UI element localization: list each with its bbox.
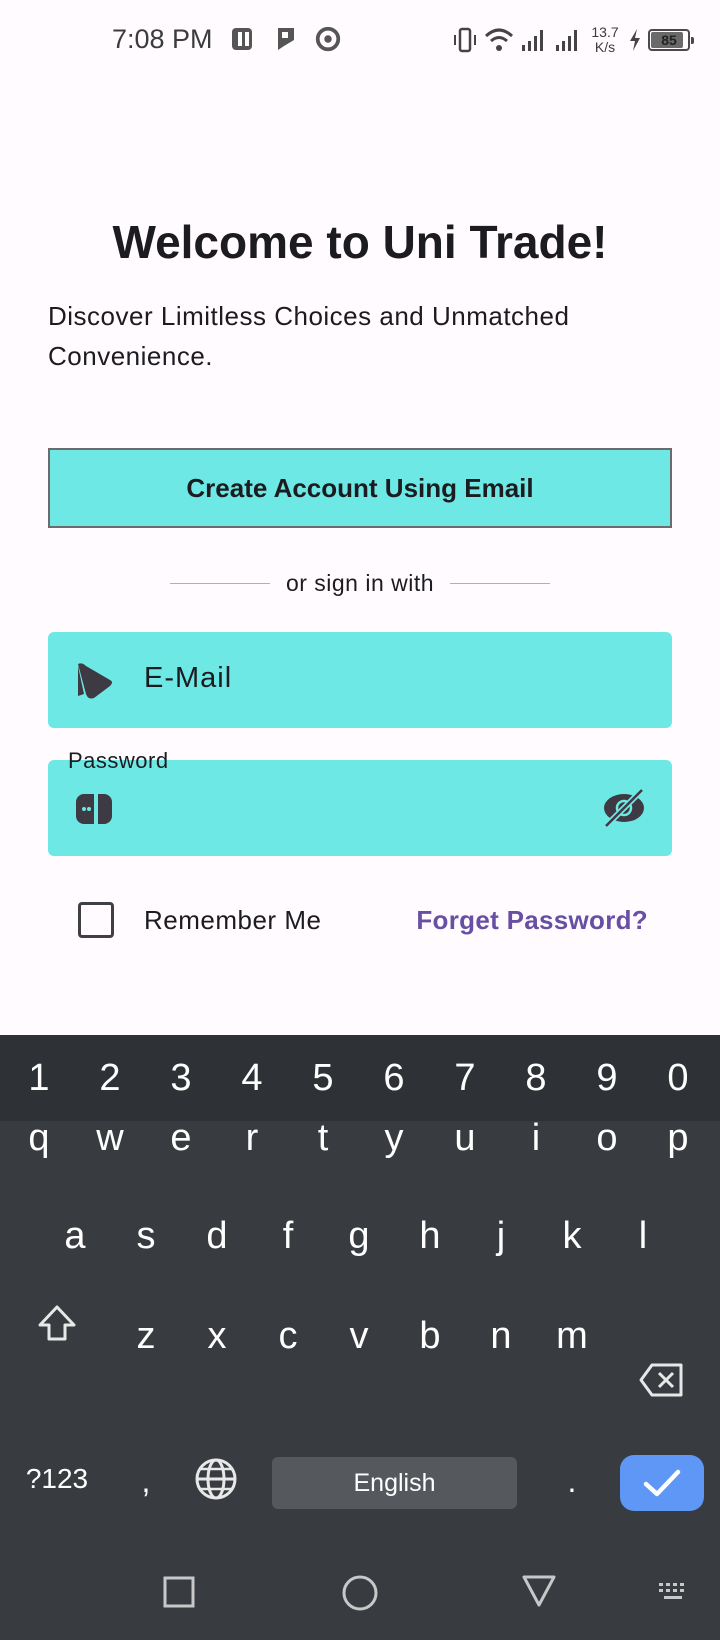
keyboard-number-row: 1 2 3 4 5 6 7 8 9 0 bbox=[0, 1035, 720, 1121]
key-6[interactable]: 6 bbox=[369, 1057, 419, 1100]
net-speed-value: 13.7 bbox=[591, 24, 619, 40]
key-e[interactable]: e bbox=[156, 1117, 206, 1160]
flag-app-icon bbox=[278, 28, 294, 50]
key-n[interactable]: n bbox=[476, 1315, 526, 1358]
net-speed: 13.7 K/s bbox=[588, 25, 622, 55]
checkmark-icon bbox=[643, 1469, 681, 1497]
key-d[interactable]: d bbox=[192, 1215, 242, 1258]
key-p[interactable]: p bbox=[653, 1117, 703, 1160]
key-o[interactable]: o bbox=[582, 1117, 632, 1160]
password-icon bbox=[76, 790, 112, 828]
key-x[interactable]: x bbox=[192, 1315, 242, 1358]
sign-in-divider: or sign in with bbox=[0, 570, 720, 597]
key-a[interactable]: a bbox=[50, 1215, 100, 1258]
back-icon[interactable] bbox=[520, 1573, 558, 1609]
battery-icon: 85 bbox=[648, 29, 694, 51]
key-h[interactable]: h bbox=[405, 1215, 455, 1258]
key-w[interactable]: w bbox=[85, 1117, 135, 1160]
key-l[interactable]: l bbox=[618, 1215, 668, 1258]
vibrate-icon bbox=[454, 27, 476, 53]
key-period[interactable]: . bbox=[552, 1463, 592, 1500]
key-0[interactable]: 0 bbox=[653, 1057, 703, 1100]
key-comma[interactable]: , bbox=[126, 1463, 166, 1500]
password-field[interactable] bbox=[48, 760, 672, 856]
remember-me-label[interactable]: Remember Me bbox=[144, 905, 321, 936]
email-icon bbox=[78, 663, 112, 699]
key-b[interactable]: b bbox=[405, 1315, 455, 1358]
key-i[interactable]: i bbox=[511, 1117, 561, 1160]
key-c[interactable]: c bbox=[263, 1315, 313, 1358]
signal-icon-1 bbox=[522, 30, 543, 51]
signal-icon-2 bbox=[556, 30, 577, 51]
key-j[interactable]: j bbox=[476, 1215, 526, 1258]
backspace-icon[interactable] bbox=[638, 1362, 684, 1398]
shift-icon[interactable] bbox=[36, 1303, 78, 1345]
key-s[interactable]: s bbox=[121, 1215, 171, 1258]
recents-icon[interactable] bbox=[162, 1575, 196, 1609]
system-nav-bar bbox=[0, 1555, 720, 1640]
net-speed-unit: K/s bbox=[594, 39, 616, 55]
create-account-button[interactable]: Create Account Using Email bbox=[48, 448, 672, 528]
keyboard-hide-icon[interactable] bbox=[656, 1580, 692, 1606]
key-t[interactable]: t bbox=[298, 1117, 348, 1160]
space-key[interactable]: English bbox=[272, 1457, 517, 1509]
wifi-icon bbox=[484, 28, 514, 51]
divider-text: or sign in with bbox=[285, 570, 435, 596]
key-z[interactable]: z bbox=[121, 1315, 171, 1358]
key-1[interactable]: 1 bbox=[14, 1057, 64, 1100]
at-icon bbox=[315, 26, 341, 52]
enter-key[interactable] bbox=[620, 1455, 704, 1511]
key-f[interactable]: f bbox=[263, 1215, 313, 1258]
key-m[interactable]: m bbox=[547, 1315, 597, 1358]
status-bar: 7:08 PM 13.7 K/s 85 bbox=[0, 0, 720, 80]
key-2[interactable]: 2 bbox=[85, 1057, 135, 1100]
key-u[interactable]: u bbox=[440, 1117, 490, 1160]
key-4[interactable]: 4 bbox=[227, 1057, 277, 1100]
email-field[interactable]: E-Mail bbox=[48, 632, 672, 728]
key-3[interactable]: 3 bbox=[156, 1057, 206, 1100]
charging-icon bbox=[630, 29, 640, 51]
key-g[interactable]: g bbox=[334, 1215, 384, 1258]
key-9[interactable]: 9 bbox=[582, 1057, 632, 1100]
symbols-key[interactable]: ?123 bbox=[14, 1463, 100, 1495]
status-time: 7:08 PM bbox=[112, 24, 213, 54]
key-y[interactable]: y bbox=[369, 1117, 419, 1160]
password-label: Password bbox=[68, 748, 169, 773]
divider-line-right bbox=[450, 583, 551, 584]
key-8[interactable]: 8 bbox=[511, 1057, 561, 1100]
key-5[interactable]: 5 bbox=[298, 1057, 348, 1100]
key-r[interactable]: r bbox=[227, 1117, 277, 1160]
divider-line-left bbox=[169, 583, 270, 584]
app-notification-icon bbox=[232, 28, 252, 50]
page-subtitle: Discover Limitless Choices and Unmatched… bbox=[48, 301, 570, 371]
visibility-off-icon[interactable] bbox=[602, 788, 646, 828]
key-7[interactable]: 7 bbox=[440, 1057, 490, 1100]
remember-me-checkbox[interactable] bbox=[78, 902, 114, 938]
page-title: Welcome to Uni Trade! bbox=[112, 216, 608, 268]
home-icon[interactable] bbox=[340, 1573, 380, 1613]
forget-password-link[interactable]: Forget Password? bbox=[416, 905, 648, 936]
key-v[interactable]: v bbox=[334, 1315, 384, 1358]
globe-icon[interactable] bbox=[194, 1457, 238, 1501]
key-k[interactable]: k bbox=[547, 1215, 597, 1258]
key-q[interactable]: q bbox=[14, 1117, 64, 1160]
battery-level: 85 bbox=[661, 32, 677, 48]
email-placeholder: E-Mail bbox=[144, 662, 233, 694]
soft-keyboard: 1 2 3 4 5 6 7 8 9 0 q w e r t y u i o p … bbox=[0, 1035, 720, 1640]
